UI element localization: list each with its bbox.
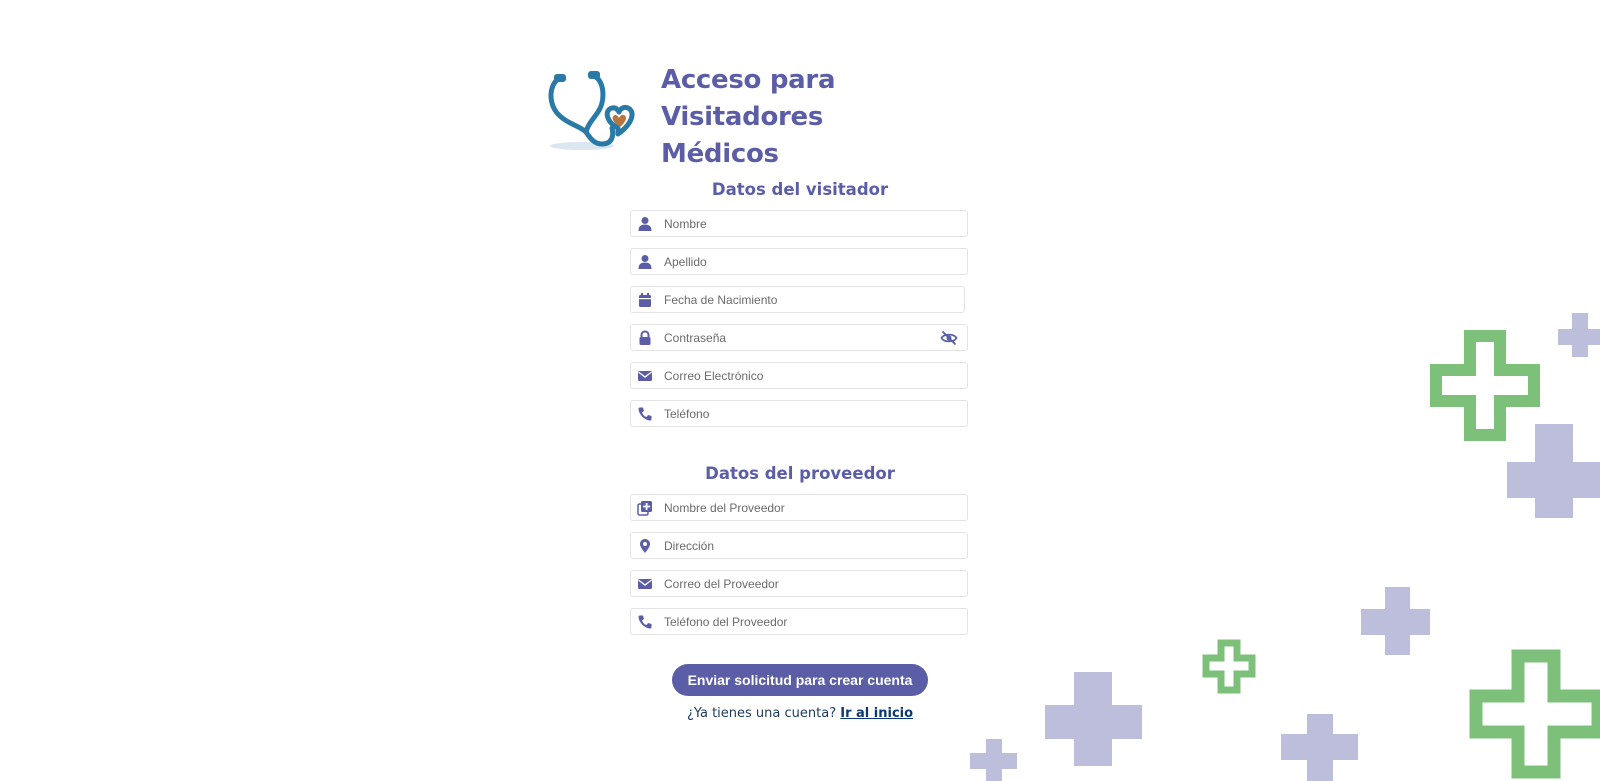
purple-cross-decoration: [1361, 587, 1430, 655]
envelope-icon: [638, 371, 652, 381]
page-title-line2: Médicos: [661, 139, 779, 169]
birthdate-input[interactable]: [664, 287, 954, 312]
calendar-icon: [639, 293, 651, 307]
visitor-phone-field[interactable]: [630, 400, 968, 427]
first-name-input[interactable]: [664, 211, 954, 236]
purple-cross-decoration: [1558, 313, 1600, 357]
provider-phone-field[interactable]: [630, 608, 968, 635]
lock-icon: [639, 330, 651, 345]
phone-icon: [638, 407, 652, 421]
eye-slash-icon[interactable]: [940, 330, 958, 346]
page-header: Acceso para Visitadores Médicos: [546, 62, 976, 169]
envelope-icon: [638, 579, 652, 589]
visitor-last-name-field[interactable]: [630, 248, 968, 275]
visitor-section-title: Datos del visitador: [711, 180, 889, 199]
phone-icon: [638, 615, 652, 629]
location-pin-icon: [640, 539, 650, 553]
provider-address-input[interactable]: [664, 533, 954, 558]
medical-plus-icon: [637, 501, 652, 516]
purple-cross-decoration: [1281, 714, 1358, 781]
provider-name-input[interactable]: [664, 495, 954, 520]
stethoscope-heart-icon: [548, 71, 635, 150]
page-title-line1: Acceso para Visitadores: [661, 65, 836, 132]
signup-page: Acceso para Visitadores Médicos Datos de…: [0, 0, 1600, 781]
green-cross-decoration: [1430, 330, 1540, 441]
provider-phone-input[interactable]: [664, 609, 954, 634]
phone-input[interactable]: [664, 401, 954, 426]
provider-email-input[interactable]: [664, 571, 954, 596]
go-to-login-link[interactable]: Ir al inicio: [840, 706, 913, 721]
submit-request-button[interactable]: Enviar solicitud para crear cuenta: [672, 664, 928, 696]
provider-name-field[interactable]: [630, 494, 968, 521]
visitor-password-field[interactable]: [630, 324, 968, 351]
user-icon: [638, 217, 652, 231]
provider-address-field[interactable]: [630, 532, 968, 559]
user-icon: [638, 255, 652, 269]
login-prompt-text: ¿Ya tienes una cuenta?: [686, 706, 837, 721]
purple-cross-decoration: [1045, 672, 1142, 766]
visitor-birthdate-field[interactable]: [630, 286, 965, 313]
provider-email-field[interactable]: [630, 570, 968, 597]
green-cross-decoration: [1469, 649, 1600, 779]
purple-cross-decoration: [1507, 424, 1600, 518]
visitor-first-name-field[interactable]: [630, 210, 968, 237]
visitor-email-field[interactable]: [630, 362, 968, 389]
purple-cross-decoration: [970, 739, 1017, 781]
last-name-input[interactable]: [664, 249, 954, 274]
provider-section-title: Datos del proveedor: [705, 464, 895, 483]
login-prompt: ¿Ya tienes una cuenta? Ir al inicio: [630, 706, 970, 721]
password-input[interactable]: [664, 325, 954, 350]
email-input[interactable]: [664, 363, 954, 388]
page-title: Acceso para Visitadores Médicos: [661, 62, 981, 173]
green-cross-decoration: [1202, 639, 1256, 694]
